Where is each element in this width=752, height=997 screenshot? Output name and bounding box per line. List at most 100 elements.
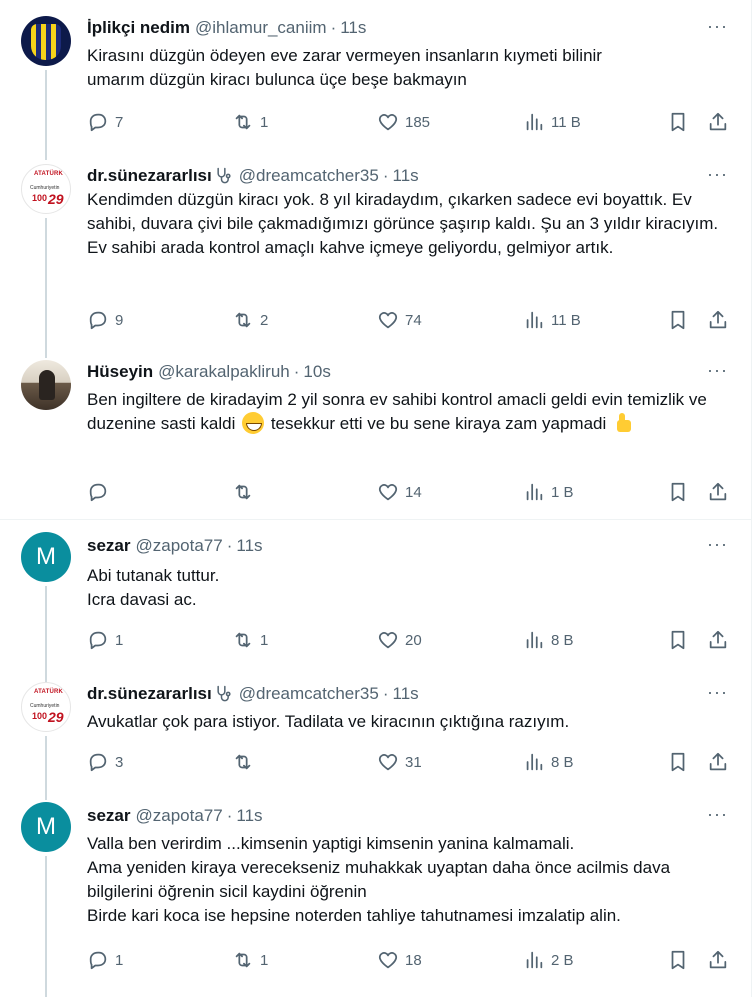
views-button[interactable]: 8 B	[523, 750, 574, 774]
thread-line	[45, 586, 47, 682]
avatar[interactable]: ATATÜRK Cumhuriyetin 100 29	[21, 164, 71, 214]
thread-line	[45, 856, 47, 997]
reply-button[interactable]: 1	[87, 628, 123, 652]
share-button[interactable]	[707, 750, 729, 774]
bookmark-icon	[671, 752, 685, 772]
more-options-icon[interactable]: ···	[707, 360, 728, 381]
retweet-button[interactable]	[232, 750, 260, 774]
views-button[interactable]: 8 B	[523, 628, 574, 652]
heart-icon	[378, 952, 398, 969]
views-button[interactable]: 11 B	[523, 110, 581, 134]
tweet-text: Ben ingiltere de kiradayim 2 yil sonra e…	[87, 390, 707, 434]
reply-button[interactable]	[87, 480, 115, 504]
timestamp[interactable]: 11s	[340, 18, 366, 38]
bookmark-button[interactable]	[667, 628, 689, 652]
bookmark-button[interactable]	[667, 480, 689, 504]
action-bar: 9 2 74 11 B	[87, 308, 732, 332]
thumbs-up-emoji-icon	[613, 412, 635, 434]
reply-icon	[89, 631, 107, 650]
reply-icon	[89, 483, 107, 502]
more-options-icon[interactable]: ···	[707, 534, 728, 555]
heart-icon	[378, 632, 398, 649]
user-handle[interactable]: @dreamcatcher35	[239, 166, 379, 186]
reply-icon	[89, 311, 107, 330]
share-button[interactable]	[707, 308, 729, 332]
views-button[interactable]: 2 B	[523, 948, 574, 972]
heart-icon	[378, 484, 398, 501]
reply-button[interactable]: 3	[87, 750, 123, 774]
like-button[interactable]: 14	[377, 480, 422, 504]
avatar[interactable]: ATATÜRK Cumhuriyetin 100 29	[21, 682, 71, 732]
like-button[interactable]: 185	[377, 110, 430, 134]
timestamp[interactable]: 11s	[236, 806, 262, 826]
timestamp[interactable]: 10s	[303, 362, 330, 382]
action-bar: 3 31 8 B	[87, 750, 732, 774]
retweet-button[interactable]: 1	[232, 948, 268, 972]
share-button[interactable]	[707, 480, 729, 504]
thread-line	[45, 70, 47, 160]
more-options-icon[interactable]: ···	[707, 682, 728, 703]
analytics-icon	[526, 631, 543, 649]
more-options-icon[interactable]: ···	[707, 164, 728, 185]
display-name[interactable]: Hüseyin	[87, 362, 153, 382]
display-name[interactable]: dr.sünezararlısı	[87, 166, 212, 186]
more-options-icon[interactable]: ···	[707, 804, 728, 825]
stethoscope-icon	[217, 167, 231, 184]
avatar[interactable]	[21, 360, 71, 410]
display-name[interactable]: İplikçi nedim	[87, 18, 190, 38]
views-button[interactable]: 11 B	[523, 308, 581, 332]
reply-button[interactable]: 9	[87, 308, 123, 332]
share-icon	[709, 752, 727, 771]
reply-icon	[89, 753, 107, 772]
avatar[interactable]: M	[21, 802, 71, 852]
bookmark-button[interactable]	[667, 308, 689, 332]
retweet-button[interactable]: 2	[232, 308, 268, 332]
analytics-icon	[526, 753, 543, 771]
user-handle[interactable]: @dreamcatcher35	[239, 684, 379, 704]
bookmark-button[interactable]	[667, 110, 689, 134]
views-button[interactable]: 1 B	[523, 480, 574, 504]
timestamp[interactable]: 11s	[236, 536, 262, 556]
tweet-header: Hüseyin @karakalpakliruh · 10s	[87, 362, 331, 382]
tweet-header: sezar @zapota77 · 11s	[87, 806, 263, 826]
retweet-button[interactable]: 1	[232, 110, 268, 134]
more-options-icon[interactable]: ···	[707, 16, 728, 37]
bookmark-icon	[671, 112, 685, 132]
like-button[interactable]: 31	[377, 750, 422, 774]
bookmark-button[interactable]	[667, 750, 689, 774]
tweet-header: sezar @zapota77 · 11s	[87, 536, 263, 556]
action-bar: 1 1 20 8 B	[87, 628, 732, 652]
display-name[interactable]: dr.sünezararlısı	[87, 684, 212, 704]
user-handle[interactable]: @karakalpakliruh	[158, 362, 290, 382]
avatar[interactable]	[21, 16, 71, 66]
user-handle[interactable]: @zapota77	[135, 536, 222, 556]
share-button[interactable]	[707, 628, 729, 652]
tweet-header: dr.sünezararlısı @dreamcatcher35 · 11s	[87, 684, 419, 704]
retweet-button[interactable]	[232, 480, 260, 504]
bookmark-icon	[671, 630, 685, 650]
tweet-text: Kirasını düzgün ödeyen eve zarar vermeye…	[87, 46, 602, 89]
share-icon	[709, 482, 727, 501]
reply-button[interactable]: 1	[87, 948, 123, 972]
display-name[interactable]: sezar	[87, 536, 130, 556]
thread-line	[45, 736, 47, 800]
share-button[interactable]	[707, 948, 729, 972]
like-button[interactable]: 20	[377, 628, 422, 652]
timestamp[interactable]: 11s	[393, 166, 419, 186]
tweet-header: dr.sünezararlısı @dreamcatcher35 · 11s	[87, 166, 419, 186]
retweet-icon	[235, 952, 251, 968]
retweet-icon	[235, 754, 251, 770]
timestamp[interactable]: 11s	[393, 684, 419, 704]
user-handle[interactable]: @zapota77	[135, 806, 222, 826]
reply-button[interactable]: 7	[87, 110, 123, 134]
avatar[interactable]: M	[21, 532, 71, 582]
bookmark-button[interactable]	[667, 948, 689, 972]
retweet-button[interactable]: 1	[232, 628, 268, 652]
like-button[interactable]: 74	[377, 308, 422, 332]
like-button[interactable]: 18	[377, 948, 422, 972]
share-button[interactable]	[707, 110, 729, 134]
display-name[interactable]: sezar	[87, 806, 130, 826]
bookmark-icon	[671, 482, 685, 502]
retweet-icon	[235, 632, 251, 648]
user-handle[interactable]: @ihlamur_caniim	[195, 18, 327, 38]
